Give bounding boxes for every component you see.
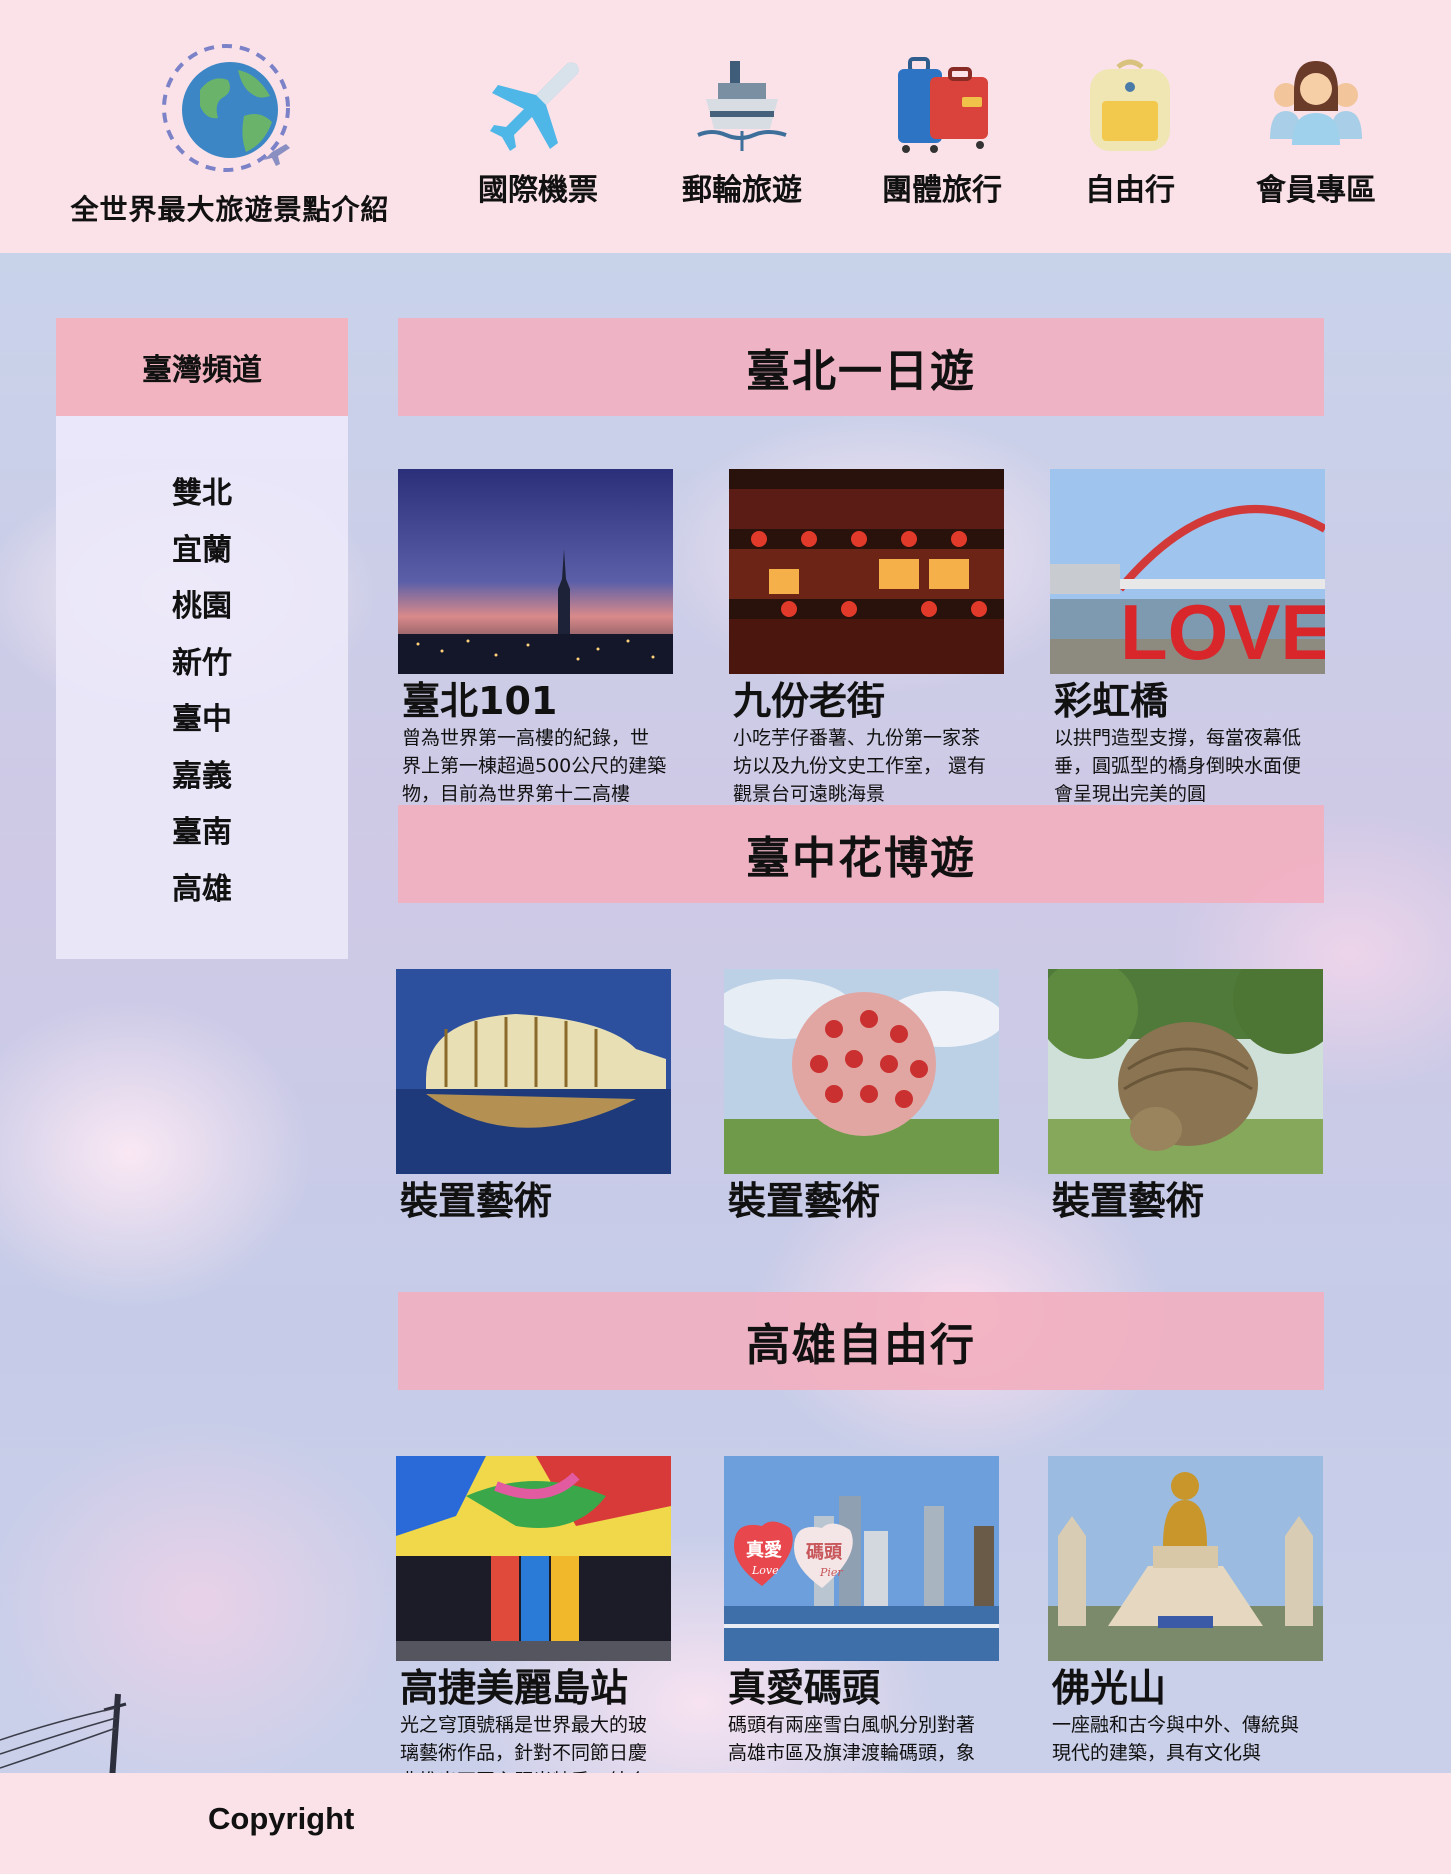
cruise-ship-icon <box>697 61 787 151</box>
attraction-description: 一座融和古今與中外、傳統與現代的建築，具有文化與 <box>1052 1714 1300 1764</box>
sidebar-menu: 雙北 宜蘭 桃園 新竹 臺中 嘉義 臺南 高雄 <box>56 416 348 959</box>
site-title: 全世界最大旅遊景點介紹 <box>70 193 390 226</box>
nav-label: 國際機票 <box>478 173 598 208</box>
copyright-text: Copyright <box>208 1801 355 1836</box>
heart-sign-left-text: 真愛 <box>746 1539 782 1561</box>
site-footer: Copyright <box>0 1773 1451 1874</box>
attraction-card: LOVE 彩虹橋 以拱門造型支撐，每當夜幕低垂，圓弧型的橋身倒映水面便會呈現出完… <box>1050 469 1325 808</box>
nav-label: 團體旅行 <box>882 173 1002 208</box>
nav-group-travel[interactable]: 團體旅行 <box>852 55 1032 209</box>
attraction-card: 裝置藝術 <box>724 969 999 1224</box>
attraction-title: 九份老街 <box>733 679 886 723</box>
heart-sign-right-text: 碼頭 <box>805 1542 843 1563</box>
nav-independent-travel[interactable]: 自由行 <box>1040 55 1220 209</box>
section-title-kaohsiung: 高雄自由行 <box>398 1292 1324 1390</box>
attraction-description: 小吃芋仔番薯、九份第一家茶坊以及九份文史工作室， 還有觀景台可遠眺海景 <box>733 727 987 805</box>
attraction-title: 裝置藝術 <box>1052 1179 1205 1223</box>
attraction-title: 裝置藝術 <box>728 1179 881 1223</box>
attraction-card: 佛光山 一座融和古今與中外、傳統與現代的建築，具有文化與 <box>1048 1456 1323 1767</box>
jiufen-old-street-photo[interactable] <box>729 469 1004 674</box>
heart-sign-script-text: Love <box>751 1564 779 1577</box>
attraction-title: 裝置藝術 <box>400 1179 553 1223</box>
attraction-description: 以拱門造型支撐，每當夜幕低垂，圓弧型的橋身倒映水面便會呈現出完美的圓 <box>1054 727 1302 805</box>
attraction-title: 彩虹橋 <box>1054 679 1169 723</box>
attraction-card: 裝置藝術 <box>1048 969 1323 1224</box>
attraction-card: 九份老街 小吃芋仔番薯、九份第一家茶坊以及九份文史工作室， 還有觀景台可遠眺海景 <box>729 469 1004 808</box>
utility-pole-image <box>0 1693 127 1780</box>
attraction-title: 佛光山 <box>1052 1666 1167 1710</box>
sidebar-item-tainan[interactable]: 臺南 <box>56 805 348 862</box>
attraction-card: 高捷美麗島站 光之穹頂號稱是世界最大的玻璃藝術作品，針對不同節日慶典推出不同主題… <box>396 1456 671 1795</box>
airplane-icon <box>490 62 579 151</box>
heart-sign-script-right-text: Pier <box>819 1566 843 1579</box>
nav-label: 自由行 <box>1085 173 1175 208</box>
nav-label: 郵輪旅遊 <box>682 173 802 208</box>
section-title-taipei: 臺北一日遊 <box>398 318 1324 416</box>
sphere-sculpture-photo[interactable] <box>724 969 999 1174</box>
site-header: 全世界最大旅遊景點介紹 國際機票 郵輪旅遊 團體旅行 自由行 會員專區 <box>0 0 1451 253</box>
attraction-title: 高捷美麗島站 <box>400 1666 629 1710</box>
love-sign-text: LOVE <box>1120 588 1325 674</box>
nav-international-flights[interactable]: 國際機票 <box>448 55 628 209</box>
attraction-card: 臺北101 曾為世界第一高樓的紀錄，世界上第一棟超過500公尺的建築物，目前為世… <box>398 469 673 808</box>
expo-pavilion-photo[interactable] <box>396 969 671 1174</box>
attraction-card: 裝置藝術 <box>396 969 671 1224</box>
rainbow-bridge-photo[interactable]: LOVE <box>1050 469 1325 674</box>
globe-icon <box>162 44 290 172</box>
sidebar-item-shuangbei[interactable]: 雙北 <box>56 466 348 523</box>
luggage-icon <box>898 57 988 153</box>
site-logo[interactable]: 全世界最大旅遊景點介紹 <box>40 30 420 230</box>
love-pier-photo[interactable]: 真愛 碼頭 Love Pier <box>724 1456 999 1661</box>
fo-guang-shan-photo[interactable] <box>1048 1456 1323 1661</box>
sidebar-item-taichung[interactable]: 臺中 <box>56 692 348 749</box>
backpack-icon <box>1090 59 1170 151</box>
attraction-title: 真愛碼頭 <box>728 1666 881 1710</box>
sidebar-item-taoyuan[interactable]: 桃園 <box>56 579 348 636</box>
woven-dome-sculpture-photo[interactable] <box>1048 969 1323 1174</box>
attraction-card: 真愛 碼頭 Love Pier 真愛碼頭 碼頭有兩座雪白風帆分別對著高雄市區及旗… <box>724 1456 999 1767</box>
formosa-station-dome-photo[interactable] <box>396 1456 671 1661</box>
attraction-title: 臺北101 <box>402 679 558 723</box>
members-icon <box>1270 61 1362 145</box>
sidebar-item-hsinchu[interactable]: 新竹 <box>56 636 348 693</box>
attraction-description: 碼頭有兩座雪白風帆分別對著高雄市區及旗津渡輪碼頭，象 <box>728 1714 976 1764</box>
sidebar-title: 臺灣頻道 <box>56 318 348 416</box>
taipei-101-photo[interactable] <box>398 469 673 674</box>
attraction-description: 曾為世界第一高樓的紀錄，世界上第一棟超過500公尺的建築物，目前為世界第十二高樓 <box>402 727 667 805</box>
sidebar-item-kaohsiung[interactable]: 高雄 <box>56 862 348 919</box>
sidebar-item-chiayi[interactable]: 嘉義 <box>56 749 348 806</box>
nav-label: 會員專區 <box>1256 173 1376 208</box>
nav-members[interactable]: 會員專區 <box>1226 55 1406 209</box>
section-title-taichung: 臺中花博遊 <box>398 805 1324 903</box>
nav-cruise[interactable]: 郵輪旅遊 <box>652 55 832 209</box>
sidebar-item-yilan[interactable]: 宜蘭 <box>56 523 348 580</box>
